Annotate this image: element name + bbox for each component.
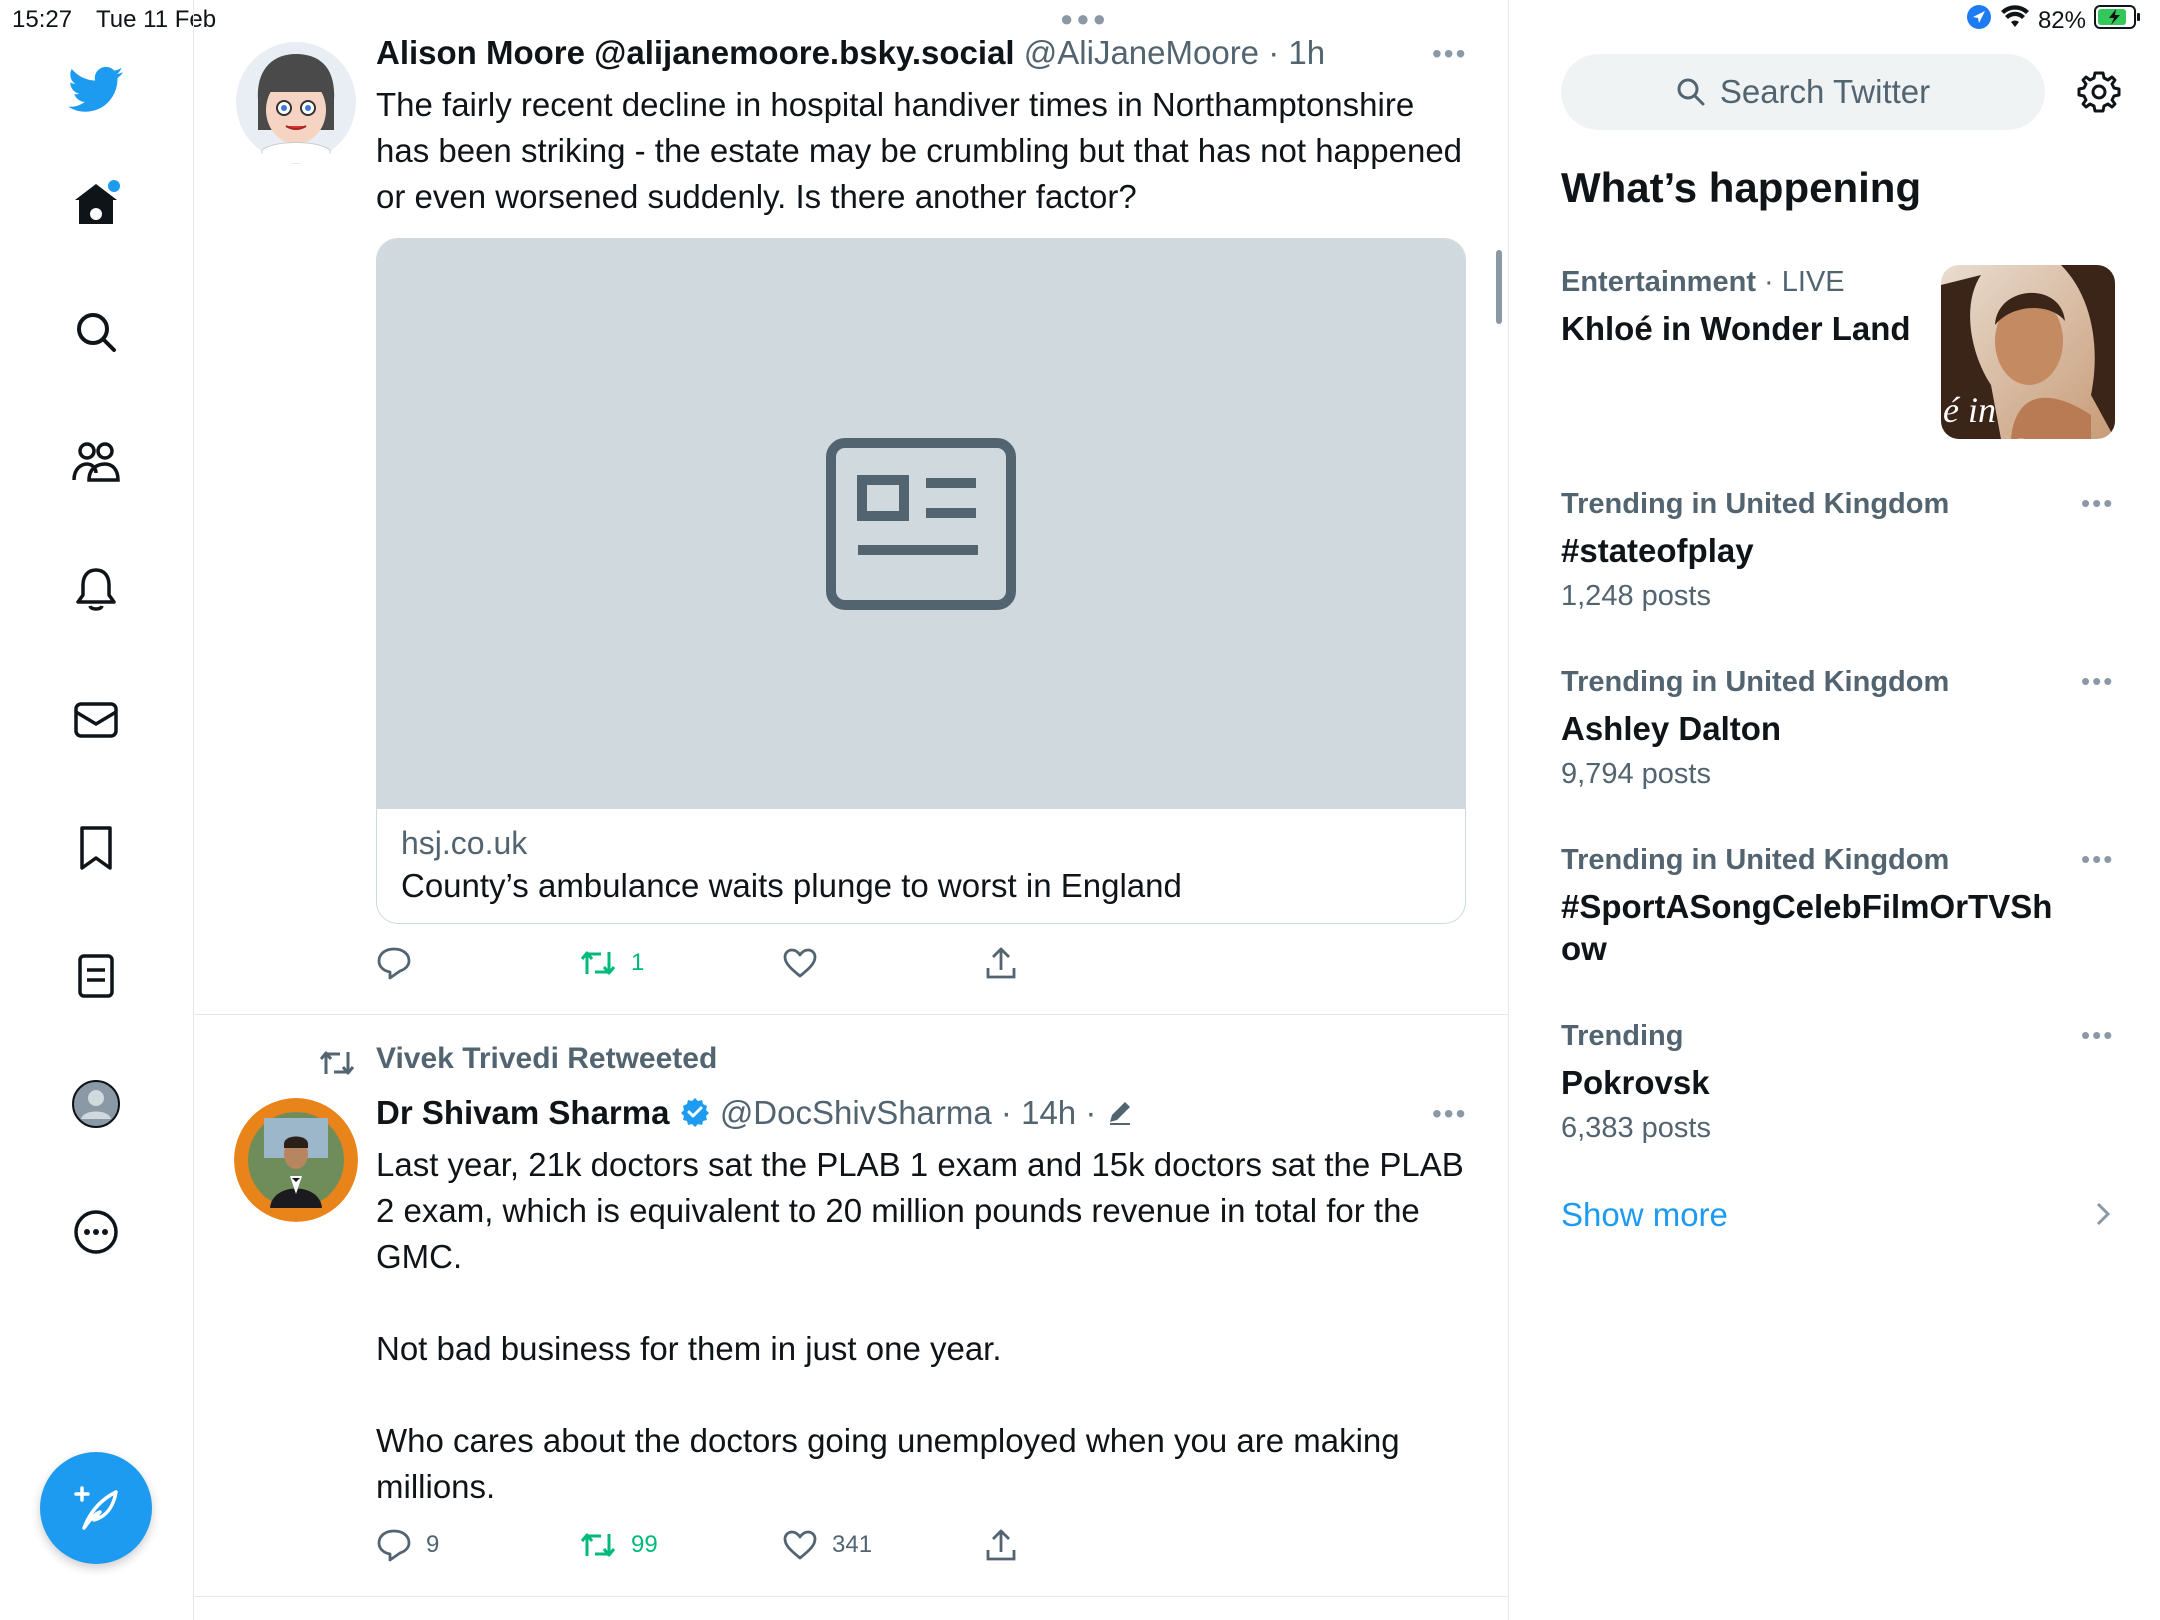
reply-button[interactable]: [376, 946, 579, 980]
tweet-header: Dr Shivam Sharma @DocShivSharma · 14h ·: [376, 1094, 1134, 1136]
tweet-divider: [194, 1596, 1508, 1597]
author-name[interactable]: Dr Shivam Sharma: [376, 1094, 669, 1131]
like-button[interactable]: [782, 947, 985, 979]
author-name[interactable]: Alison Moore @alijanemoore.bsky.social: [376, 34, 1015, 71]
trend-count: 6,383 posts: [1561, 1112, 1711, 1144]
separator-dot: ·: [1268, 34, 1280, 71]
live-label: LIVE: [1781, 266, 1845, 298]
trend-category: Trending: [1561, 1020, 1683, 1053]
home-icon[interactable]: [56, 164, 136, 244]
show-more-link[interactable]: Show more: [1561, 1196, 1728, 1234]
share-button[interactable]: [985, 1528, 1188, 1562]
share-icon: [986, 947, 1016, 979]
trend-more-icon[interactable]: •••: [2081, 1020, 2114, 1051]
communities-icon[interactable]: [56, 422, 136, 502]
verified-badge-icon: [679, 1096, 711, 1136]
retweet-count: 1: [631, 949, 645, 976]
retweet-count: 99: [631, 1531, 658, 1558]
trend-more-icon[interactable]: •••: [2081, 488, 2114, 519]
tweet-time[interactable]: 1h: [1288, 34, 1325, 71]
retweeted-by[interactable]: Vivek Trivedi Retweeted: [376, 1042, 717, 1076]
retweet-button[interactable]: 99: [579, 1530, 782, 1560]
trend-category-name: Trending in United Kingdom: [1561, 844, 1950, 876]
twitter-logo-icon[interactable]: [56, 50, 136, 130]
search-placeholder: Search Twitter: [1719, 73, 1931, 110]
search-input[interactable]: Search Twitter: [1561, 54, 2045, 130]
messages-envelope-icon[interactable]: [56, 680, 136, 760]
settings-gear-icon[interactable]: [2077, 70, 2121, 119]
separator-dot: ·: [1000, 1094, 1012, 1131]
trend-category: Trending in United Kingdom: [1561, 844, 1949, 877]
retweet-icon: [580, 951, 616, 975]
tweet-more-icon[interactable]: •••: [1432, 38, 1467, 70]
author-handle[interactable]: @AliJaneMoore: [1024, 34, 1259, 71]
edited-pencil-icon[interactable]: [1106, 1096, 1134, 1134]
whats-happening-title: What’s happening: [1561, 164, 1922, 211]
separator-dot: ·: [1085, 1094, 1097, 1131]
notifications-bell-icon[interactable]: [56, 550, 136, 630]
feather-plus-icon: [74, 1486, 118, 1530]
trend-more-icon[interactable]: •••: [2081, 666, 2114, 697]
thumbnail-caption: é in Wonder l: [1943, 390, 2073, 439]
reply-icon: [377, 1529, 411, 1562]
trend-name[interactable]: Ashley Dalton: [1561, 708, 2081, 750]
retweet-button[interactable]: 1: [579, 948, 782, 978]
trend-category: Trending in United Kingdom: [1561, 488, 1949, 521]
lists-icon[interactable]: [56, 936, 136, 1016]
share-button[interactable]: [985, 946, 1188, 980]
tweet-actions: 9 99 341: [376, 1528, 1188, 1562]
tweet-actions: 1: [376, 946, 1188, 980]
search-icon: [1677, 78, 1705, 106]
card-domain: hsj.co.uk: [401, 825, 528, 861]
explore-search-icon[interactable]: [56, 292, 136, 372]
heart-icon: [783, 1530, 817, 1560]
heart-icon: [783, 948, 817, 978]
reply-icon: [377, 947, 411, 980]
trend-count: 9,794 posts: [1561, 758, 1711, 790]
trend-category-name: Trending in United Kingdom: [1561, 666, 1950, 698]
trend-category-name: Trending: [1561, 1020, 1684, 1052]
link-card[interactable]: hsj.co.uk County’s ambulance waits plung…: [376, 238, 1466, 924]
author-handle[interactable]: @DocShivSharma: [720, 1094, 992, 1131]
tweet-text: The fairly recent decline in hospital ha…: [376, 86, 1463, 215]
trend-name[interactable]: Pokrovsk: [1561, 1062, 2081, 1104]
separator-dot: ·: [1764, 266, 1782, 298]
trend-count: 1,248 posts: [1561, 580, 1711, 612]
tweet-time[interactable]: 14h: [1021, 1094, 1076, 1131]
compose-tweet-button[interactable]: [40, 1452, 152, 1564]
tweet-more-icon[interactable]: •••: [1432, 1098, 1467, 1130]
trend-category-name: Trending in United Kingdom: [1561, 488, 1950, 520]
retweet-icon: [580, 1533, 616, 1557]
tweet-header: Alison Moore @alijanemoore.bsky.social @…: [376, 34, 1325, 72]
card-media: [377, 239, 1465, 809]
timeline: Alison Moore @alijanemoore.bsky.social @…: [194, 0, 1509, 1620]
trend-category: Trending in United Kingdom: [1561, 666, 1949, 699]
tweet-divider: [194, 1014, 1508, 1015]
news-article-icon: [826, 438, 1016, 610]
trend-thumbnail[interactable]: é in Wonder l: [1941, 265, 2115, 439]
reply-count: 9: [426, 1531, 440, 1558]
card-title: County’s ambulance waits plunge to worst…: [401, 867, 1182, 904]
avatar[interactable]: [234, 1098, 358, 1222]
like-count: 341: [832, 1531, 873, 1558]
timeline-scrollbar[interactable]: [1496, 250, 1502, 324]
like-button[interactable]: 341: [782, 1529, 985, 1561]
trend-category: Entertainment · LIVE: [1561, 266, 1845, 299]
tweet-text: Last year, 21k doctors sat the PLAB 1 ex…: [376, 1146, 1464, 1505]
bookmarks-icon[interactable]: [56, 808, 136, 888]
chevron-right-icon[interactable]: [2093, 1198, 2113, 1230]
retweeted-icon: [319, 1051, 355, 1075]
more-options-icon[interactable]: [56, 1192, 136, 1272]
avatar[interactable]: [234, 40, 358, 164]
reply-button[interactable]: 9: [376, 1528, 579, 1562]
share-icon: [986, 1529, 1016, 1561]
trend-name[interactable]: #stateofplay: [1561, 530, 2081, 572]
profile-avatar-icon[interactable]: [56, 1064, 136, 1144]
trend-more-icon[interactable]: •••: [2081, 844, 2114, 875]
right-sidebar: Search Twitter What’s happening Entertai…: [1509, 0, 2160, 1620]
trend-category-name: Entertainment: [1561, 266, 1756, 298]
trend-name[interactable]: #SportASongCelebFilmOrTVShow: [1561, 886, 2061, 970]
left-navigation: [0, 0, 194, 1620]
